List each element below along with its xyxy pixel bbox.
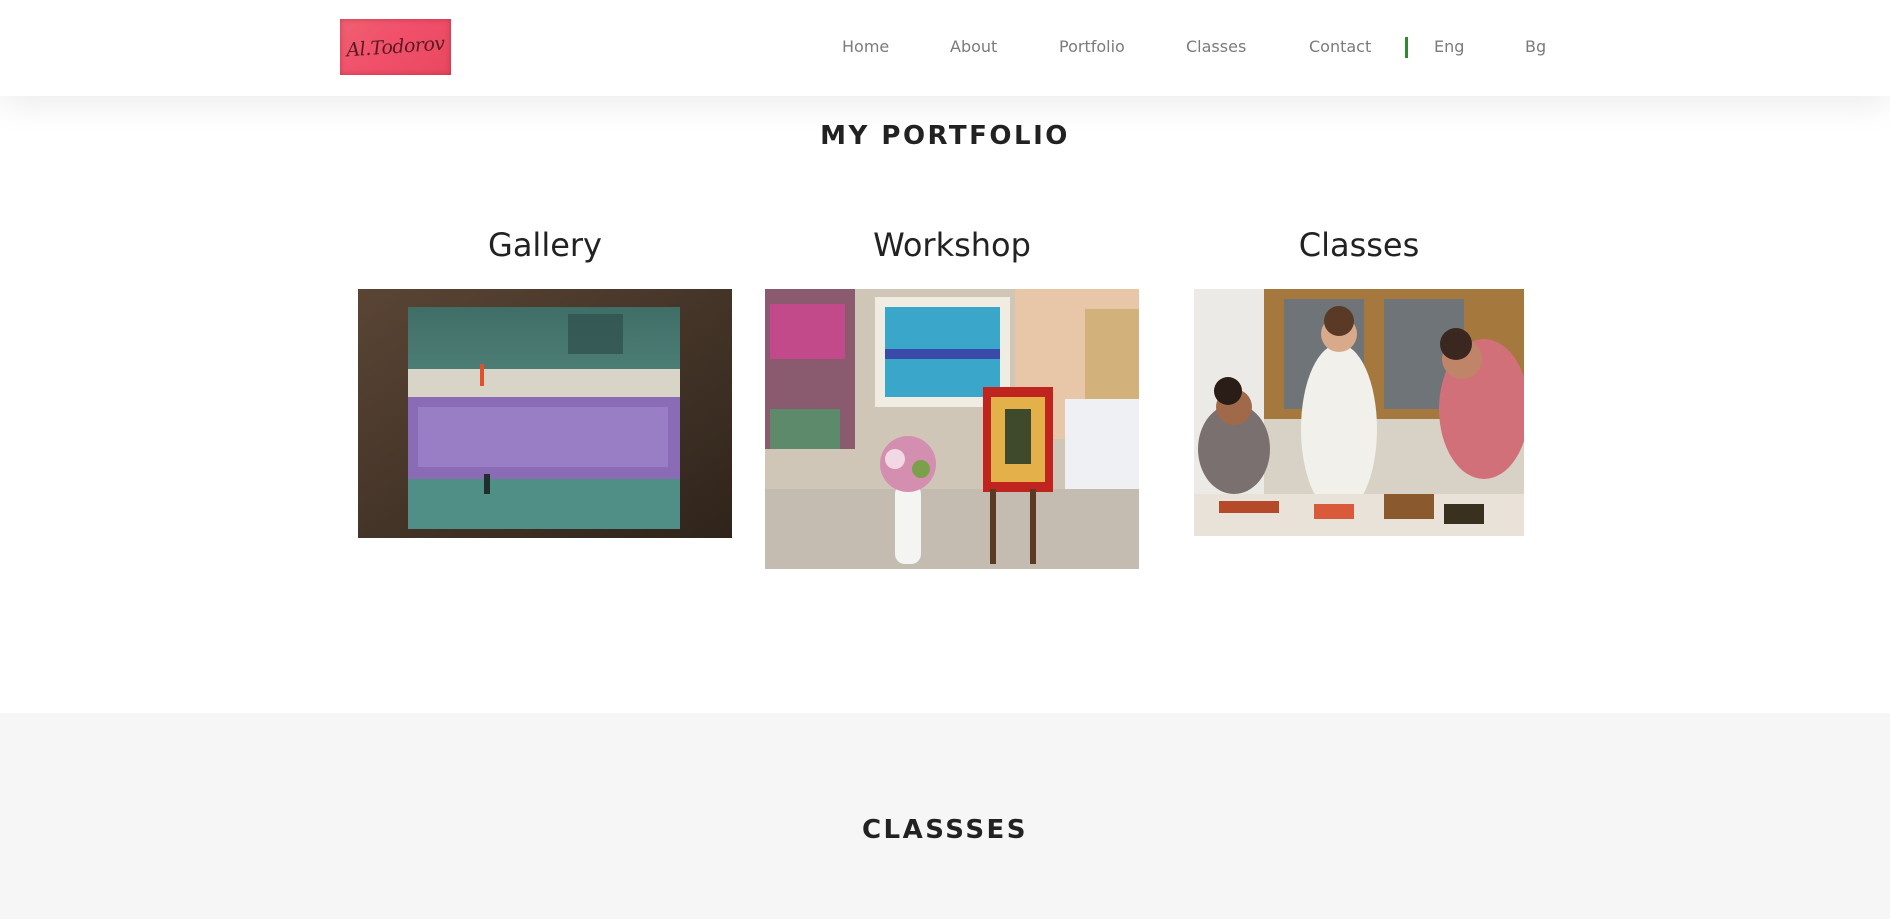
gallery-title[interactable]: Gallery bbox=[358, 226, 732, 264]
classes-section: CLASSSES bbox=[0, 713, 1890, 919]
nav-home[interactable]: Home bbox=[842, 37, 889, 56]
lang-eng[interactable]: Eng bbox=[1434, 37, 1464, 56]
nav-contact[interactable]: Contact bbox=[1309, 37, 1371, 56]
gallery-image[interactable] bbox=[358, 289, 732, 538]
language-divider bbox=[1405, 37, 1408, 58]
workshop-image[interactable] bbox=[765, 289, 1139, 569]
workshop-title[interactable]: Workshop bbox=[765, 226, 1139, 264]
lang-bg[interactable]: Bg bbox=[1525, 37, 1546, 56]
nav-about[interactable]: About bbox=[950, 37, 997, 56]
site-header: Al.Todorov Home About Portfolio Classes … bbox=[0, 0, 1890, 96]
classes-section-title: CLASSSES bbox=[861, 815, 1029, 845]
nav-portfolio[interactable]: Portfolio bbox=[1059, 37, 1125, 56]
classes-title[interactable]: Classes bbox=[1194, 226, 1524, 264]
portfolio-title: MY PORTFOLIO bbox=[820, 121, 1070, 151]
classes-image[interactable] bbox=[1194, 289, 1524, 536]
nav-classes[interactable]: Classes bbox=[1186, 37, 1246, 56]
main-nav: Home About Portfolio Classes Contact Eng… bbox=[0, 0, 1890, 96]
